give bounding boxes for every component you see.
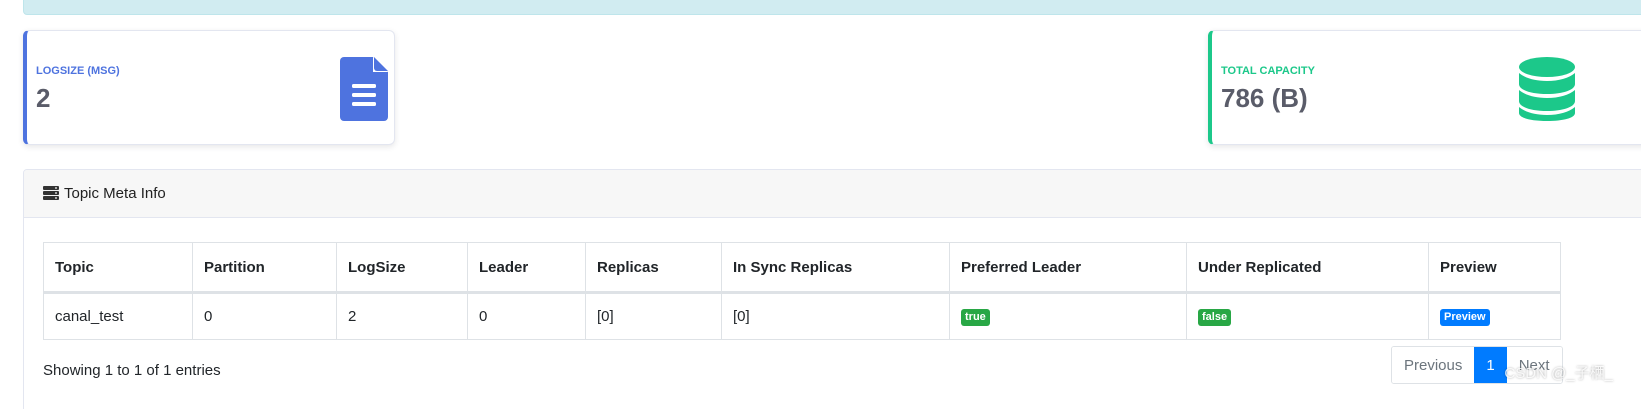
logsize-value: 2 (36, 83, 51, 113)
cell-under-replicated: false (1186, 292, 1429, 340)
cell-partition: 0 (192, 292, 337, 340)
col-header-logsize[interactable]: LogSize (336, 242, 468, 294)
cell-in-sync-replicas: [0] (721, 292, 950, 340)
preview-button[interactable]: Preview (1440, 309, 1490, 326)
logsize-label: LOGSIZE (MSG) (36, 65, 120, 77)
topic-meta-panel: Topic Meta Info Topic Partition LogSize … (23, 169, 1641, 409)
watermark: CSDN @_子栖_ (1504, 365, 1613, 382)
database-icon (1517, 57, 1577, 126)
col-header-replicas[interactable]: Replicas (585, 242, 722, 294)
panel-title: Topic Meta Info (64, 185, 166, 202)
file-document-icon (340, 57, 388, 126)
server-icon (43, 185, 59, 204)
col-header-under-replicated[interactable]: Under Replicated (1186, 242, 1429, 294)
cell-preferred-leader: true (949, 292, 1187, 340)
cell-replicas: [0] (585, 292, 722, 340)
table-row: canal_test 0 2 0 [0] [0] true false Prev… (43, 292, 1561, 340)
under-replicated-badge: false (1198, 309, 1232, 326)
topic-meta-table: Topic Partition LogSize Leader Replicas … (43, 242, 1561, 340)
page: LOGSIZE (MSG) 2 TOTAL CAPACITY 786 (B) T… (0, 0, 1641, 409)
cell-leader: 0 (467, 292, 586, 340)
col-header-preferred-leader[interactable]: Preferred Leader (949, 242, 1187, 294)
col-header-partition[interactable]: Partition (192, 242, 337, 294)
cell-preview: Preview (1428, 292, 1561, 340)
col-header-topic[interactable]: Topic (43, 242, 193, 294)
capacity-label: TOTAL CAPACITY (1221, 65, 1315, 77)
pagination-previous[interactable]: Previous (1392, 347, 1475, 383)
entries-info: Showing 1 to 1 of 1 entries (43, 362, 221, 379)
col-header-leader[interactable]: Leader (467, 242, 586, 294)
capacity-card: TOTAL CAPACITY 786 (B) (1208, 30, 1641, 145)
capacity-value: 786 (B) (1221, 83, 1308, 113)
panel-header: Topic Meta Info (24, 170, 1641, 218)
table-header-row: Topic Partition LogSize Leader Replicas … (43, 242, 1561, 294)
top-alert-banner (23, 0, 1641, 15)
pagination-page-1[interactable]: 1 (1474, 347, 1507, 383)
col-header-in-sync-replicas[interactable]: In Sync Replicas (721, 242, 950, 294)
col-header-preview[interactable]: Preview (1428, 242, 1561, 294)
cell-logsize: 2 (336, 292, 468, 340)
cell-topic: canal_test (43, 292, 193, 340)
preferred-leader-badge: true (961, 309, 990, 326)
logsize-card: LOGSIZE (MSG) 2 (23, 30, 395, 145)
